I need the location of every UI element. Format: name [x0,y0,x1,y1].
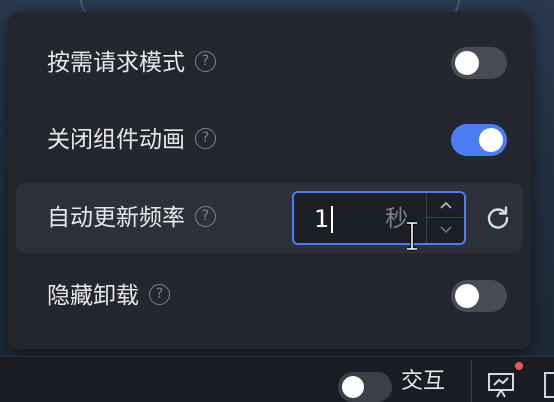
switch-knob [479,128,503,152]
number-stepper [426,193,464,243]
presentation-icon[interactable] [486,370,516,398]
refresh-rate-value[interactable]: 1 [314,205,329,233]
refresh-rate-input[interactable]: 1 秒 [292,191,466,245]
help-icon[interactable]: ? [195,51,216,72]
disable-animation-switch[interactable] [451,124,507,156]
settings-popover: 按需请求模式? 关闭组件动画? 自动更新频率? 1 秒 隐藏卸载 ? [8,12,531,349]
text-cursor-icon [407,221,417,251]
decrement-button[interactable] [427,218,464,243]
on-demand-request-switch[interactable] [451,47,507,79]
hide-uninstall-switch[interactable] [451,280,507,312]
setting-label-on-demand-request: 按需请求模式 [47,50,185,76]
help-icon[interactable]: ? [195,128,216,149]
setting-row-auto-refresh-rate: 自动更新频率? 1 秒 [16,183,523,253]
setting-label-auto-refresh-rate: 自动更新频率 [47,205,185,231]
setting-label-disable-animation: 关闭组件动画 [47,127,185,153]
interaction-label: 交互 [401,369,446,394]
increment-button[interactable] [427,193,464,218]
window-icon[interactable] [544,372,554,398]
setting-row-disable-animation: 关闭组件动画? [16,105,523,175]
chevron-up-icon [439,201,452,209]
switch-knob [455,284,479,308]
help-icon[interactable]: ? [149,284,170,305]
refresh-icon[interactable] [485,205,511,231]
chevron-down-icon [439,226,452,234]
setting-row-on-demand-request: 按需请求模式? [16,28,523,98]
notification-dot [515,362,523,370]
setting-label-hide-uninstall: 隐藏卸载 [47,283,139,309]
switch-knob [455,51,479,75]
setting-row-hide-uninstall: 隐藏卸载? [16,261,523,331]
toolbar-divider [471,360,472,402]
help-icon[interactable]: ? [195,206,216,227]
interaction-toggle[interactable] [338,372,392,402]
text-caret [331,206,333,233]
switch-knob [342,376,364,398]
